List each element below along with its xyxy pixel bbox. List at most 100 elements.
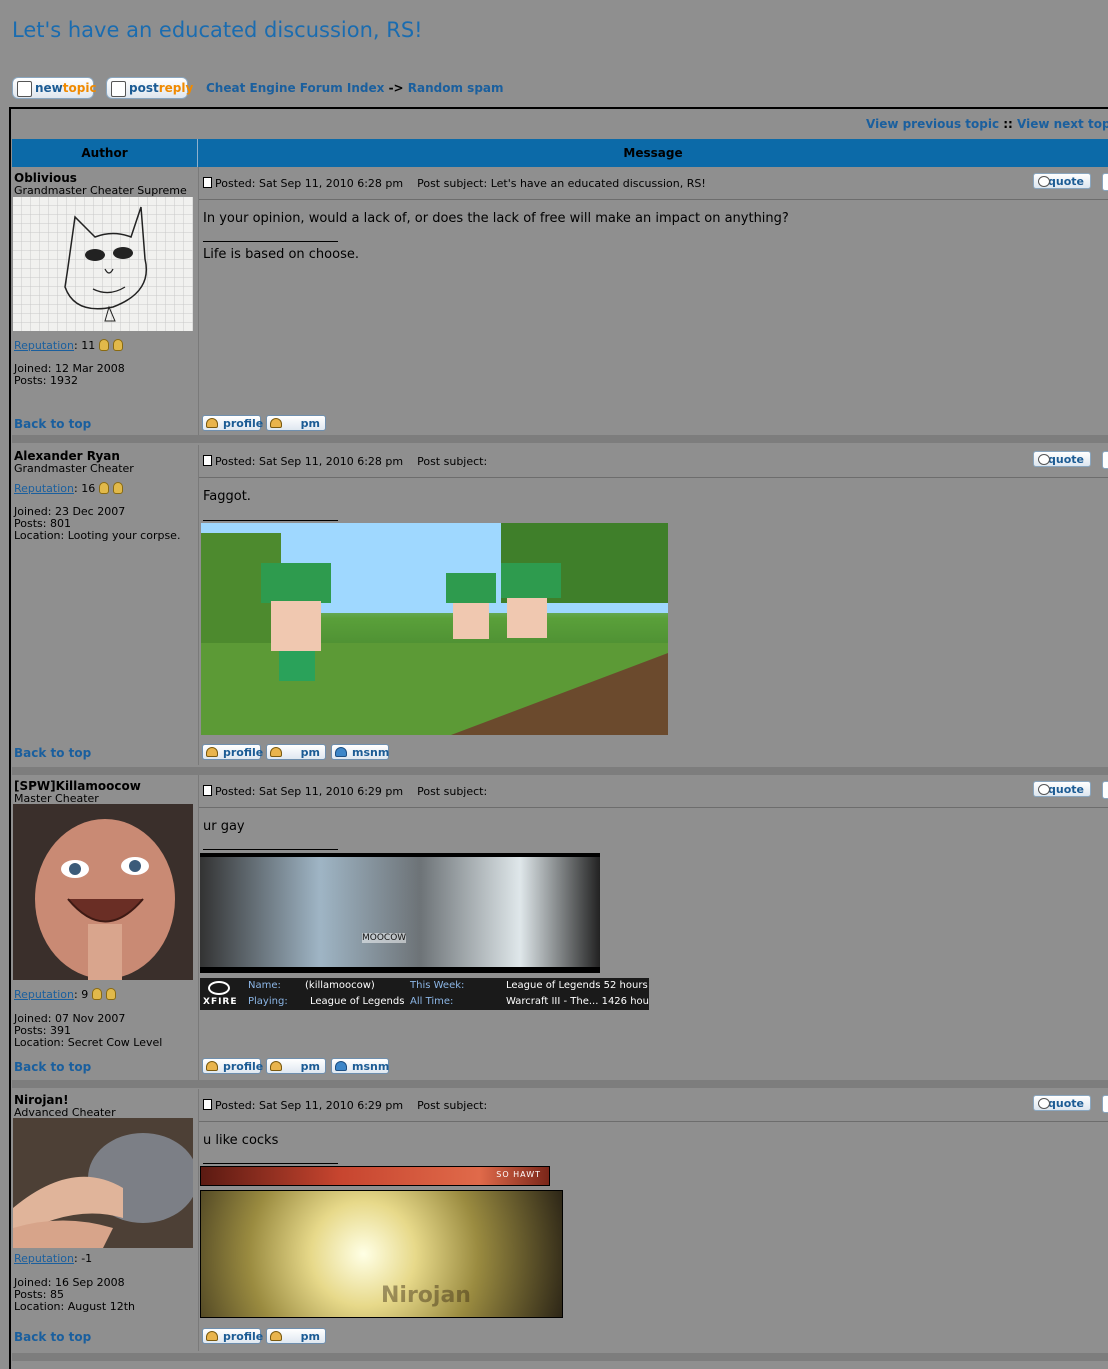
thumbs-down-icon[interactable]: [113, 482, 124, 494]
edit-button[interactable]: [1102, 173, 1108, 191]
pm-label: pm: [300, 746, 320, 759]
posts-table-header: Author Message: [12, 139, 1108, 167]
signature-image-text: Nirojan: [381, 1283, 471, 1308]
quote-button[interactable]: quote: [1033, 781, 1091, 797]
post-username: [SPW]Killamoocow: [14, 779, 141, 793]
pm-icon: [270, 747, 282, 757]
post-separator: [12, 767, 1108, 775]
new-topic-button[interactable]: newtopic: [12, 77, 97, 99]
post-user-info: Reputation: 16: [14, 482, 124, 495]
pm-button[interactable]: pm: [266, 744, 326, 760]
view-previous-topic-link[interactable]: View previous topic: [866, 117, 999, 131]
post-message-panel: Posted: Sat Sep 11, 2010 6:28 pm Post su…: [198, 445, 1108, 765]
breadcrumb-random-spam[interactable]: Random spam: [408, 81, 504, 95]
quote-button[interactable]: quote: [1033, 451, 1091, 467]
quote-button[interactable]: quote: [1033, 173, 1091, 189]
post-icon: [203, 785, 212, 796]
post-username: Alexander Ryan: [14, 449, 120, 463]
profile-button[interactable]: profile: [202, 415, 263, 431]
signature-bar: SO HAWT: [200, 1166, 550, 1186]
view-next-topic-link[interactable]: View next topic: [1017, 117, 1108, 131]
new-topic-label-a: new: [35, 81, 63, 95]
post-divider: [199, 477, 1108, 478]
reputation-link[interactable]: Reputation: [14, 482, 74, 495]
xfire-name-label: Name:: [248, 980, 281, 991]
signature-divider: [203, 1163, 338, 1164]
post-author-panel: Nirojan! Advanced Cheater Reputation: -1…: [12, 1089, 197, 1351]
post-reply-icon: [111, 81, 126, 97]
profile-button[interactable]: profile: [202, 744, 263, 760]
msnm-button[interactable]: msnm: [331, 744, 389, 760]
post-user-info: Reputation: -1: [14, 1253, 92, 1265]
xfire-banner[interactable]: XFIRE Name: (killamoocow) Playing: Leagu…: [200, 978, 649, 1010]
profile-label: profile: [223, 1060, 264, 1073]
profile-button[interactable]: profile: [202, 1058, 264, 1074]
thumbs-up-icon[interactable]: [99, 339, 110, 351]
avatar: [13, 804, 193, 980]
back-to-top-link[interactable]: Back to top: [14, 746, 91, 760]
post-reply-button[interactable]: postreply: [106, 77, 193, 99]
thumbs-up-icon[interactable]: [99, 482, 110, 494]
breadcrumb-forum-index[interactable]: Cheat Engine Forum Index: [206, 81, 384, 95]
thumbs-up-icon[interactable]: [92, 988, 103, 1000]
post-body: Faggot.: [203, 489, 251, 504]
post-separator: [12, 1080, 1108, 1088]
reputation-link[interactable]: Reputation: [14, 988, 74, 1001]
breadcrumb-separator: ->: [384, 81, 408, 95]
post-header-line: Posted: Sat Sep 11, 2010 6:29 pm Post su…: [203, 1099, 487, 1112]
reputation-value: : 16: [74, 482, 96, 495]
xfire-week-value: League of Legends 52 hours: [506, 980, 648, 991]
user-location: Location: August 12th: [14, 1300, 135, 1313]
page-title: Let's have an educated discussion, RS!: [12, 18, 423, 42]
post-subject: Post subject: Let's have an educated dis…: [417, 177, 706, 190]
post-icon: [203, 1099, 212, 1110]
post-separator: [12, 1353, 1108, 1361]
signature-divider: [203, 520, 338, 521]
post-alexander-ryan: Alexander Ryan Grandmaster Cheater Reput…: [12, 445, 1108, 765]
signature-banner-text: MOOCOW: [362, 933, 407, 943]
profile-button[interactable]: profile: [202, 1328, 263, 1344]
post-message-panel: Posted: Sat Sep 11, 2010 6:29 pm Post su…: [198, 775, 1108, 1080]
post-body: In your opinion, would a lack of, or doe…: [203, 211, 789, 226]
post-divider: [199, 199, 1108, 200]
pm-button[interactable]: pm: [266, 415, 326, 431]
xfire-playing-label: Playing:: [248, 996, 288, 1007]
new-topic-label-b: topic: [62, 81, 97, 95]
profile-icon: [206, 747, 218, 757]
posted-date: Posted: Sat Sep 11, 2010 6:28 pm: [215, 455, 404, 468]
xfire-week-label: This Week:: [410, 980, 465, 991]
post-user-rank: Grandmaster Cheater Supreme: [14, 184, 187, 197]
thumbs-down-icon[interactable]: [106, 988, 117, 1000]
thumbs-down-icon[interactable]: [113, 339, 124, 351]
quote-button[interactable]: quote: [1033, 1095, 1091, 1111]
post-separator: [12, 435, 1108, 443]
back-to-top-link[interactable]: Back to top: [14, 1330, 91, 1344]
post-icon: [203, 455, 212, 466]
post-nirojan: Nirojan! Advanced Cheater Reputation: -1…: [12, 1089, 1108, 1351]
xfire-logo: XFIRE: [203, 997, 238, 1007]
reputation-value: : 11: [74, 339, 96, 352]
pm-button[interactable]: pm: [266, 1328, 326, 1344]
reputation-link[interactable]: Reputation: [14, 339, 74, 352]
nav-separator: ::: [999, 117, 1018, 131]
reputation-value: : 9: [74, 988, 89, 1001]
post-username: Nirojan!: [14, 1093, 69, 1107]
post-reply-label-a: post: [129, 81, 159, 95]
msnm-button[interactable]: msnm: [331, 1058, 389, 1074]
edit-button[interactable]: [1102, 781, 1108, 799]
pm-button[interactable]: pm: [266, 1058, 326, 1074]
back-to-top-link[interactable]: Back to top: [14, 1060, 91, 1074]
edit-button[interactable]: [1102, 451, 1108, 469]
author-column-header: Author: [12, 139, 198, 167]
user-location: Location: Looting your corpse.: [14, 529, 181, 542]
pm-icon: [270, 1331, 282, 1341]
post-subject: Post subject:: [417, 1099, 488, 1112]
xfire-name-value: (killamoocow): [305, 980, 375, 991]
profile-icon: [206, 418, 218, 428]
pm-label: pm: [300, 1330, 320, 1343]
back-to-top-link[interactable]: Back to top: [14, 417, 91, 431]
post-header-line: Posted: Sat Sep 11, 2010 6:29 pm Post su…: [203, 785, 487, 798]
reputation-value: : -1: [74, 1252, 93, 1265]
edit-button[interactable]: [1102, 1095, 1108, 1113]
reputation-link[interactable]: Reputation: [14, 1252, 74, 1265]
